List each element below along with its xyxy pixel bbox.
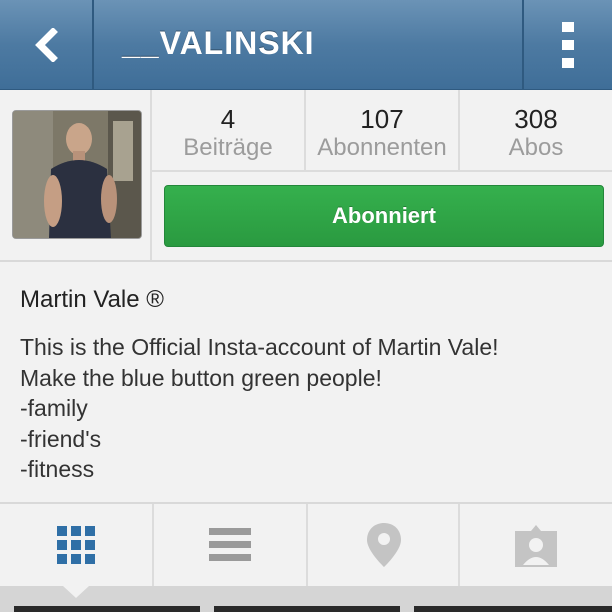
tab-grid[interactable] <box>0 504 152 586</box>
more-options-button[interactable] <box>522 0 612 89</box>
followers-count: 107 <box>360 104 404 134</box>
bio-line: Make the blue button green people! <box>20 364 382 391</box>
profile-photo <box>13 111 141 238</box>
bio-section: Martin Vale ® This is the Official Insta… <box>0 262 612 504</box>
top-nav-bar: __VALINSKI <box>0 0 612 90</box>
grid-icon <box>57 526 95 564</box>
post-thumbnail[interactable] <box>14 606 200 612</box>
followers-label: Abonnenten <box>317 134 447 161</box>
posts-count: 4 <box>220 104 236 134</box>
post-thumbnail[interactable] <box>214 606 400 612</box>
avatar-column <box>0 90 152 260</box>
page-title: __VALINSKI <box>122 25 315 61</box>
location-pin-icon <box>367 523 401 567</box>
profile-name: Martin Vale ® <box>20 286 164 313</box>
tab-tagged[interactable] <box>460 504 612 586</box>
list-icon <box>209 528 251 561</box>
post-thumbnail[interactable] <box>414 606 612 612</box>
tagged-person-icon <box>515 525 557 567</box>
view-tabs <box>0 504 612 586</box>
bio-line: This is the Official Insta-account of Ma… <box>20 334 499 360</box>
followers-stat[interactable]: 107 Abonnenten <box>306 90 458 170</box>
chevron-left-icon <box>35 27 58 62</box>
following-label: Abos <box>508 134 564 161</box>
avatar[interactable] <box>12 110 142 239</box>
following-count: 308 <box>514 104 558 134</box>
bio-line: -fitness <box>20 456 95 482</box>
bio-line: -family <box>20 395 88 421</box>
bio-line: -friend's <box>20 425 102 452</box>
more-vertical-icon <box>562 21 574 68</box>
back-button[interactable] <box>0 0 94 89</box>
following-stat[interactable]: 308 Abos <box>460 90 612 170</box>
following-button[interactable]: Abonniert <box>164 185 604 247</box>
tab-list[interactable] <box>154 504 306 586</box>
bio-text: This is the Official Insta-account of Ma… <box>20 332 499 485</box>
profile-header: 4 Beiträge 107 Abonnenten 308 Abos Abonn… <box>0 90 612 262</box>
tab-location[interactable] <box>308 504 460 586</box>
posts-label: Beiträge <box>183 134 273 161</box>
posts-stat[interactable]: 4 Beiträge <box>152 90 304 170</box>
active-tab-indicator <box>63 586 89 598</box>
stats-row: 4 Beiträge 107 Abonnenten 308 Abos <box>152 90 612 172</box>
